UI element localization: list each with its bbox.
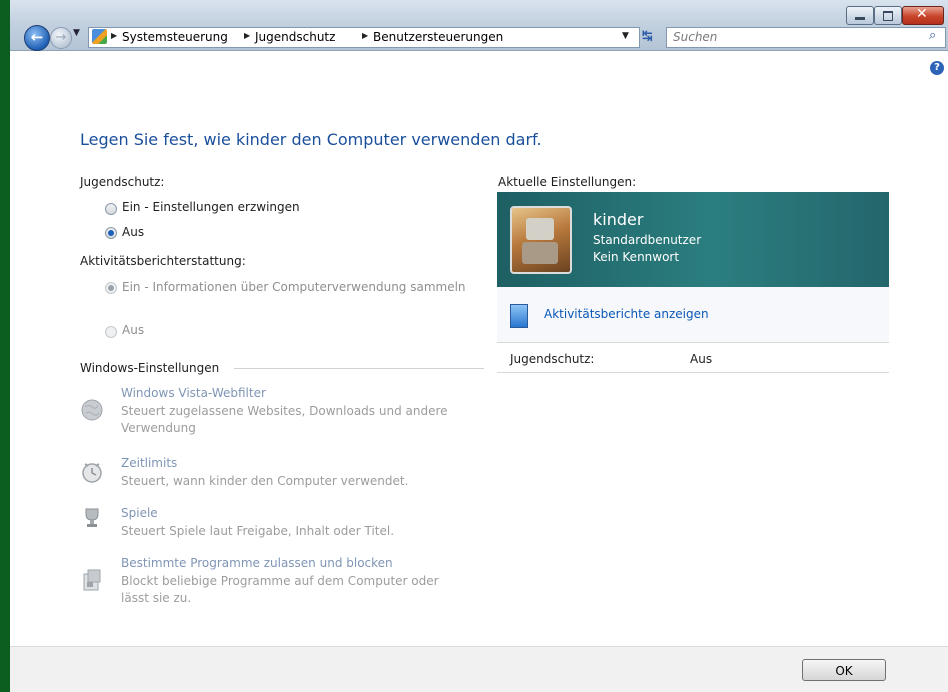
search-icon[interactable]: ⌕: [929, 28, 936, 43]
divider: [234, 368, 484, 369]
breadcrumb-item-benutzersteuerungen[interactable]: Benutzersteuerungen: [373, 30, 503, 44]
maximize-button[interactable]: [874, 6, 902, 25]
refresh-icon[interactable]: ↹: [642, 29, 653, 44]
help-icon[interactable]: ?: [930, 61, 944, 75]
user-panel: kinder Standardbenutzer Kein Kennwort: [497, 192, 889, 287]
breadcrumb-separator-icon: ▶: [111, 31, 118, 40]
footer-bar: OK: [10, 646, 948, 692]
windows-settings-heading: Windows-Einstellungen: [80, 361, 220, 375]
user-name: kinder: [593, 210, 644, 229]
control-panel-icon: [92, 29, 107, 44]
parental-off-radio[interactable]: [105, 227, 117, 239]
ok-button[interactable]: OK: [802, 659, 886, 681]
timelimits-description: Steuert, wann kinder den Computer verwen…: [121, 474, 409, 488]
activity-on-label[interactable]: Ein - Informationen über Computerverwend…: [122, 280, 466, 294]
timelimits-link[interactable]: Zeitlimits: [121, 456, 177, 470]
games-description: Steuert Spiele laut Freigabe, Inhalt ode…: [121, 524, 395, 538]
user-password-status: Kein Kennwort: [593, 250, 680, 264]
window: ✕ ← → ▼ ▶ Systemsteuerung ▶ Jugendschutz…: [10, 0, 948, 692]
divider: [497, 342, 889, 343]
chevron-down-icon[interactable]: ▼: [622, 31, 629, 41]
robot-avatar: [510, 206, 572, 274]
breadcrumb-item-systemsteuerung[interactable]: Systemsteuerung: [122, 30, 228, 44]
robot-body-shape: [522, 242, 558, 264]
forward-button[interactable]: →: [50, 27, 72, 49]
programs-description: Blockt beliebige Programme auf dem Compu…: [121, 574, 439, 605]
programs-icon: [83, 569, 101, 591]
programs-link[interactable]: Bestimmte Programme zulassen und blocken: [121, 556, 393, 570]
activity-off-label[interactable]: Aus: [122, 323, 144, 337]
webfilter-link[interactable]: Windows Vista-Webfilter: [121, 386, 266, 400]
divider: [497, 372, 889, 373]
user-account-type: Standardbenutzer: [593, 233, 702, 247]
summary-parental-label: Jugendschutz:: [510, 352, 595, 366]
arrow-right-icon: →: [55, 30, 67, 45]
summary-parental-value: Aus: [690, 352, 713, 366]
activity-reporting-label: Aktivitätsberichterstattung:: [80, 254, 246, 268]
maximize-icon: [883, 11, 893, 21]
minimize-icon: [855, 17, 865, 20]
minimize-button[interactable]: [846, 6, 874, 25]
activity-report-section: Aktivitätsberichte anzeigen: [497, 287, 889, 342]
parental-on-radio[interactable]: [105, 203, 117, 215]
activity-off-radio[interactable]: [105, 326, 117, 338]
breadcrumb-separator-icon: ▶: [362, 31, 369, 40]
breadcrumb-item-jugendschutz[interactable]: Jugendschutz: [255, 30, 335, 44]
globe-icon: [81, 399, 103, 421]
arrow-left-icon: ←: [30, 28, 44, 46]
clock-icon: [82, 463, 102, 483]
title-bar: ✕ ← → ▼ ▶ Systemsteuerung ▶ Jugendschutz…: [10, 0, 948, 51]
webfilter-description: Steuert zugelassene Websites, Downloads …: [121, 404, 448, 435]
games-link[interactable]: Spiele: [121, 506, 158, 520]
parental-off-label[interactable]: Aus: [122, 225, 144, 239]
recent-pages-dropdown[interactable]: ▼: [73, 28, 80, 38]
search-placeholder: Suchen: [673, 30, 718, 44]
close-icon: ✕: [916, 6, 928, 22]
robot-head-shape: [526, 218, 554, 240]
report-icon: [510, 304, 528, 328]
breadcrumb-separator-icon: ▶: [244, 31, 251, 40]
search-input[interactable]: Suchen ⌕: [666, 27, 946, 48]
parental-controls-label: Jugendschutz:: [80, 175, 165, 189]
activity-on-radio[interactable]: [105, 282, 117, 294]
page-title: Legen Sie fest, wie kinder den Computer …: [80, 130, 542, 149]
current-settings-label: Aktuelle Einstellungen:: [498, 175, 637, 189]
back-button[interactable]: ←: [24, 25, 50, 51]
trophy-icon: [85, 508, 99, 527]
address-bar[interactable]: ▶ Systemsteuerung ▶ Jugendschutz ▶ Benut…: [88, 27, 640, 48]
activity-report-link[interactable]: Aktivitätsberichte anzeigen: [544, 307, 709, 321]
close-button[interactable]: ✕: [902, 6, 944, 25]
parental-on-label[interactable]: Ein - Einstellungen erzwingen: [122, 200, 300, 214]
